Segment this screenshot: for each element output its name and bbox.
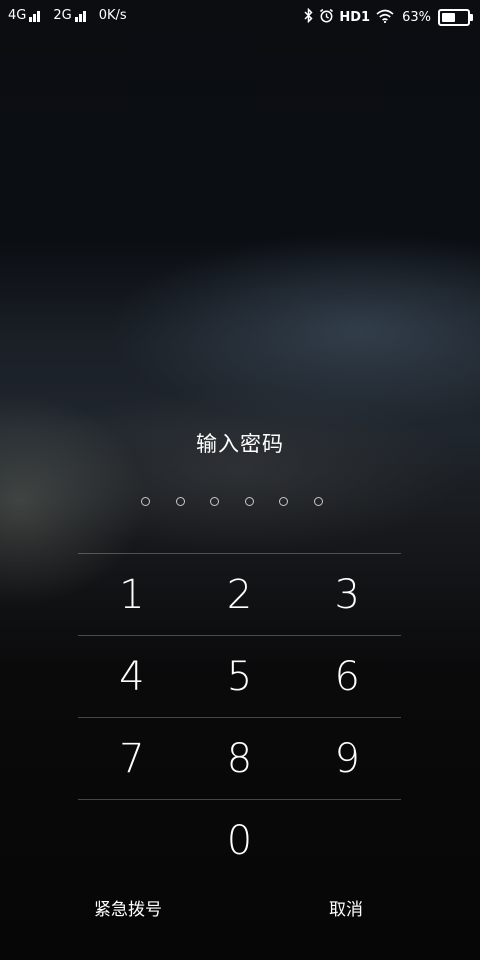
pin-dot: [141, 497, 150, 506]
signal-bars-icon: [29, 10, 41, 22]
alarm-icon: [319, 8, 334, 27]
network-speed: 0K/s: [98, 8, 127, 23]
sim1-signal: 4G: [8, 8, 41, 23]
sim2-signal: 2G: [53, 8, 86, 23]
cancel-button[interactable]: 取消: [329, 895, 363, 920]
pin-dot: [210, 497, 219, 506]
bluetooth-icon: [304, 7, 313, 27]
pin-dot: [313, 497, 323, 506]
status-bar: 4G 2G 0K/s HD1 63%: [0, 0, 480, 34]
emergency-call-button[interactable]: 紧急拨号: [94, 895, 162, 920]
hd-voice-indicator: HD1: [339, 10, 371, 25]
keypad-row: 4 5 6: [78, 635, 401, 717]
signal-bars-icon: [74, 10, 87, 22]
sim1-network-type: 4G: [8, 8, 27, 23]
key-1[interactable]: 1: [78, 554, 186, 635]
key-0[interactable]: 0: [186, 800, 294, 881]
status-left: 4G 2G 0K/s: [8, 8, 127, 23]
keypad-row: 1 2 3: [78, 553, 401, 635]
key-4[interactable]: 4: [78, 636, 186, 717]
pin-dot: [279, 497, 288, 506]
key-2[interactable]: 2: [186, 554, 294, 635]
status-right: HD1 63%: [298, 7, 473, 27]
enter-password-title: 输入密码: [196, 432, 284, 456]
pin-dot: [175, 497, 185, 506]
key-9[interactable]: 9: [293, 718, 401, 799]
keypad-row: 0: [78, 799, 401, 881]
sim2-network-type: 2G: [53, 8, 72, 23]
key-8[interactable]: 8: [186, 718, 294, 799]
key-6[interactable]: 6: [293, 636, 401, 717]
wifi-icon: [376, 9, 394, 27]
key-3[interactable]: 3: [293, 554, 401, 635]
battery-icon: [438, 9, 473, 26]
keypad-row: 7 8 9: [78, 717, 401, 799]
key-7[interactable]: 7: [78, 718, 186, 799]
pin-dot: [244, 497, 254, 506]
key-5[interactable]: 5: [186, 636, 294, 717]
battery-percentage: 63%: [402, 10, 431, 25]
numeric-keypad: 1 2 3 4 5 6 7 8 9 0: [78, 553, 401, 881]
pin-indicator: [141, 497, 323, 506]
